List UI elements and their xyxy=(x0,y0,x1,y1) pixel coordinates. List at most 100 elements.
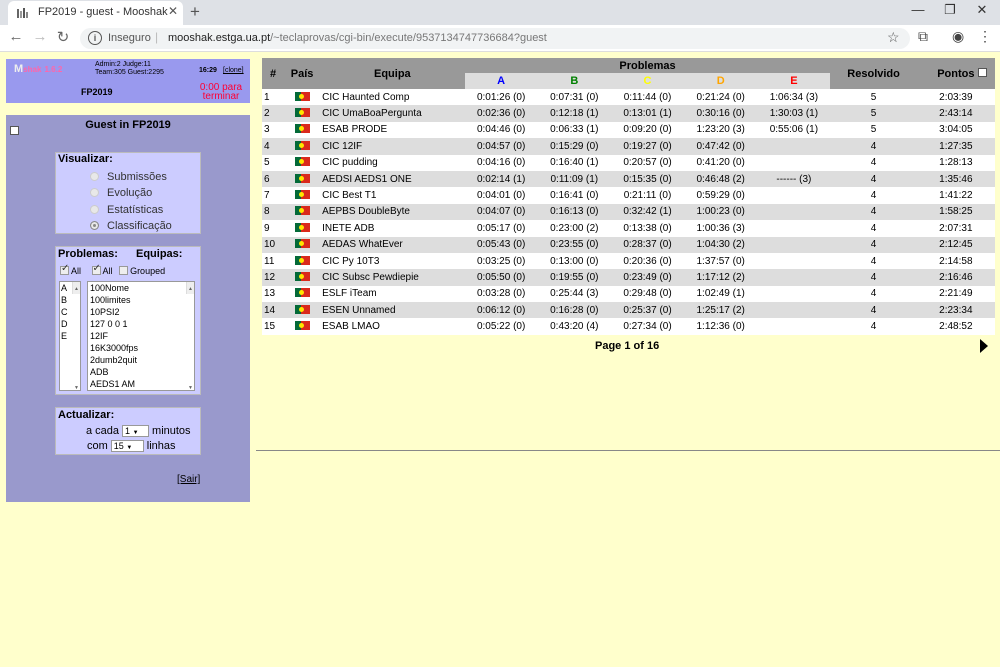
bookmark-star-icon[interactable]: ☆ xyxy=(887,29,900,46)
rank-cell: 13 xyxy=(262,285,285,303)
problem-time-cell: 0:04:57 (0) xyxy=(464,138,538,155)
problem-time-cell: 0:13:01 (1) xyxy=(610,105,685,122)
country-cell xyxy=(284,121,321,139)
filter-box: Problemas: Equipas: All All Grouped A B … xyxy=(55,246,201,395)
lines-value: 15 xyxy=(113,441,124,451)
problem-time-cell: 0:03:25 (0) xyxy=(464,252,538,270)
restore-icon[interactable]: ❐ xyxy=(935,2,965,18)
mooshak-favicon-icon xyxy=(17,8,28,18)
problem-time-cell: 0:28:37 (0) xyxy=(610,236,685,253)
problem-time-cell: 1:23:20 (3) xyxy=(684,121,758,139)
browser-tab[interactable]: FP2019 - guest - Mooshak ✕ xyxy=(8,1,183,25)
problems-scrollbar[interactable]: ▲ ▼ xyxy=(72,282,80,391)
menu-icon[interactable]: ⋮ xyxy=(978,28,992,45)
security-label: Inseguro xyxy=(108,32,151,44)
country-cell xyxy=(284,138,321,155)
logout-link[interactable]: [Sair] xyxy=(177,474,200,485)
team-option[interactable]: 100limites xyxy=(88,294,194,306)
team-option[interactable]: 100Nome xyxy=(88,282,194,294)
lines-select[interactable]: 15 ▼ xyxy=(110,440,144,452)
problem-header-b: B xyxy=(537,73,611,89)
points-cell: 2:03:39 xyxy=(916,89,995,106)
team-cell: CIC Subsc Pewdiepie xyxy=(320,269,465,286)
team-cell: CIC 12IF xyxy=(320,138,465,155)
scroll-down-icon[interactable]: ▼ xyxy=(74,382,79,394)
teams-listbox[interactable]: 100Nome 100limites 10PSI2 127 0 0 1 12IF… xyxy=(87,281,195,391)
team-option[interactable]: ADB xyxy=(88,366,194,378)
scroll-down-icon[interactable]: ▼ xyxy=(188,382,193,390)
page-corner-icon[interactable] xyxy=(978,68,987,77)
problem-time-cell: 0:12:18 (1) xyxy=(537,105,611,122)
problem-time-cell xyxy=(757,269,831,286)
radio-icon[interactable] xyxy=(90,188,99,197)
minimize-icon[interactable]: — xyxy=(903,2,933,17)
team-option[interactable]: 10PSI2 xyxy=(88,306,194,318)
url-text[interactable]: mooshak.estga.ua.pt/~teclaprovas/cgi-bin… xyxy=(168,32,547,44)
close-window-icon[interactable]: ✕ xyxy=(967,2,997,18)
cast-icon[interactable]: ⧉ xyxy=(918,28,928,45)
problem-option[interactable]: E xyxy=(60,330,80,342)
refresh-interval-value: 1 xyxy=(125,426,131,436)
view-option-estatisticas[interactable]: Estatísticas xyxy=(90,204,163,216)
close-tab-icon[interactable]: ✕ xyxy=(168,4,178,18)
problem-time-cell: 1:06:34 (3) xyxy=(757,89,831,106)
info-icon[interactable]: i xyxy=(88,31,102,45)
radio-icon[interactable] xyxy=(90,172,99,181)
all-problems-checkbox[interactable] xyxy=(60,263,69,275)
problem-time-cell: 0:11:09 (1) xyxy=(537,170,611,188)
reload-icon[interactable]: ↻ xyxy=(53,28,73,46)
solved-cell: 5 xyxy=(830,89,917,106)
back-icon[interactable]: ← xyxy=(6,28,26,45)
profile-icon[interactable]: ◉ xyxy=(952,28,964,45)
team-option[interactable]: AEDS1 AM xyxy=(88,378,194,390)
problem-time-cell: 0:16:13 (0) xyxy=(537,203,611,221)
new-tab-icon[interactable]: + xyxy=(190,2,200,22)
team-option[interactable]: 16K3000fps xyxy=(88,342,194,354)
table-row: 13 ESLF iTeam 0:03:28 (0) 0:25:44 (3) 0:29:4… xyxy=(262,285,995,303)
team-option[interactable]: 2dumb2quit xyxy=(88,354,194,366)
next-page-icon[interactable] xyxy=(980,339,988,353)
problem-time-cell xyxy=(757,302,831,319)
team-cell: AEDSI AEDS1 ONE xyxy=(320,170,465,188)
team-option[interactable]: 127 0 0 1 xyxy=(88,318,194,330)
teams-scrollbar[interactable]: ▲ ▼ xyxy=(186,282,194,390)
problems-listbox[interactable]: A B C D E ▲ ▼ xyxy=(59,281,81,391)
view-option-label: Classificação xyxy=(107,220,172,232)
table-row: 1 CIC Haunted Comp 0:01:26 (0) 0:07:31 (0) 0… xyxy=(262,89,995,106)
problem-option[interactable]: B xyxy=(60,294,80,306)
problem-time-cell: 0:43:20 (4) xyxy=(537,318,611,335)
country-cell xyxy=(284,252,321,270)
view-option-submissoes[interactable]: Submissões xyxy=(90,171,167,183)
view-option-evolucao[interactable]: Evolução xyxy=(90,187,152,199)
forward-icon[interactable]: → xyxy=(30,28,50,45)
country-cell xyxy=(284,220,321,237)
problem-time-cell: 0:21:11 (0) xyxy=(610,187,685,204)
solved-cell: 4 xyxy=(830,285,917,303)
rank-cell: 10 xyxy=(262,236,285,253)
ranking-rows: 1 CIC Haunted Comp 0:01:26 (0) 0:07:31 (0) 0… xyxy=(262,89,995,335)
scroll-up-icon[interactable]: ▲ xyxy=(188,283,193,295)
all-teams-checkbox[interactable] xyxy=(91,263,101,275)
problem-time-cell: 0:32:42 (1) xyxy=(610,203,685,221)
team-option[interactable]: 12IF xyxy=(88,330,194,342)
grouped-checkbox[interactable] xyxy=(119,266,129,275)
problem-option[interactable]: C xyxy=(60,306,80,318)
problem-time-cell: 1:30:03 (1) xyxy=(757,105,831,122)
clone-link[interactable]: [clone] xyxy=(223,67,244,74)
problem-option[interactable]: D xyxy=(60,318,80,330)
view-option-classificacao[interactable]: Classificação xyxy=(90,220,172,232)
refresh-interval-select[interactable]: 1 ▼ xyxy=(122,425,150,437)
radio-icon[interactable] xyxy=(90,205,99,214)
solved-cell: 5 xyxy=(830,105,917,122)
rank-cell: 4 xyxy=(262,138,285,155)
radio-selected-icon[interactable] xyxy=(90,221,99,230)
problem-time-cell: 0:05:43 (0) xyxy=(464,236,538,253)
points-cell: 3:04:05 xyxy=(916,121,995,139)
rank-cell: 12 xyxy=(262,269,285,286)
portugal-flag-icon xyxy=(294,157,310,167)
problem-time-cell: 0:20:36 (0) xyxy=(610,252,685,270)
problem-time-cell: 0:19:55 (0) xyxy=(537,269,611,286)
address-bar[interactable]: i Inseguro | mooshak.estga.ua.pt/~teclap… xyxy=(80,28,910,49)
scroll-up-icon[interactable]: ▲ xyxy=(74,283,79,295)
teams-filter-title: Equipas: xyxy=(136,248,183,260)
